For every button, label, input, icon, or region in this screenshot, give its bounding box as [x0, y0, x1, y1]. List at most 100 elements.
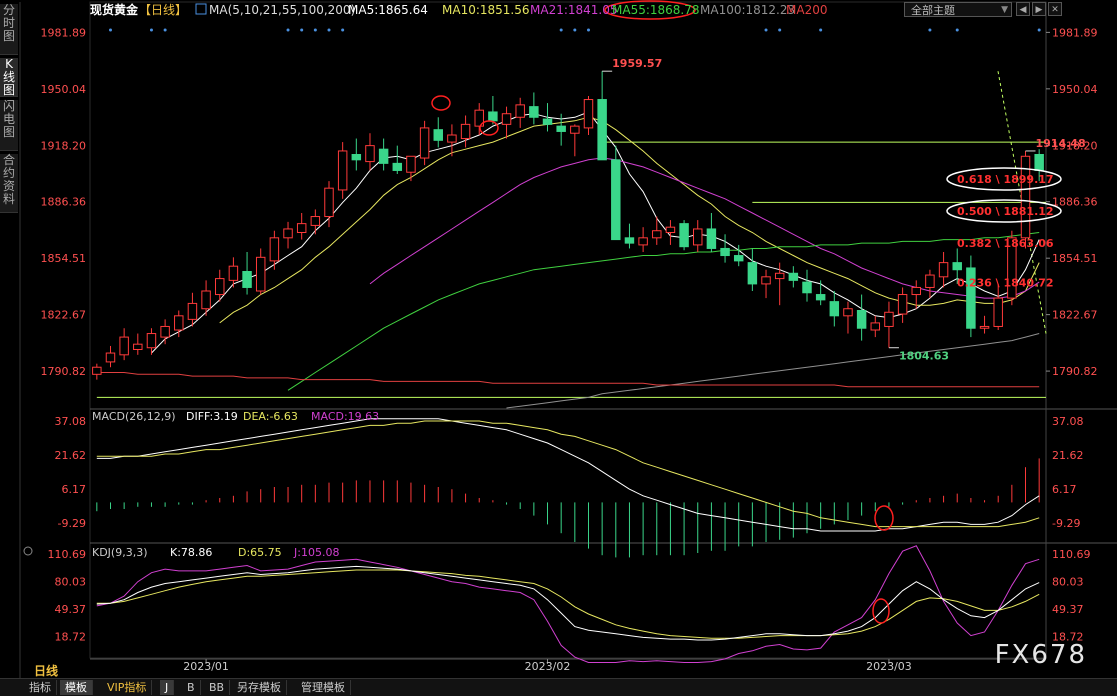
candle-body — [133, 343, 143, 351]
y-tick-label-right: 1981.89 — [1052, 26, 1098, 39]
candle-body — [733, 255, 744, 262]
candle-body — [624, 237, 635, 244]
candle-body — [283, 228, 293, 239]
candle-body — [92, 366, 102, 375]
ma-legend-item: MA10:1851.56 — [442, 3, 530, 17]
close-button[interactable]: ✕ — [1048, 2, 1062, 16]
signal-dot — [149, 28, 153, 32]
candle-body — [993, 297, 1003, 327]
scroll-left-button[interactable]: ◀ — [1016, 2, 1030, 16]
signal-dot — [1037, 28, 1041, 32]
chart-canvas: 1981.89 1981.891950.04 1950.041918.20 1918.… — [19, 0, 1117, 678]
ma-line-ma21 — [369, 157, 1040, 299]
kdj-highlight-circle — [872, 598, 890, 624]
candle-body — [720, 247, 730, 257]
candle-body — [255, 256, 266, 292]
theme-select-label: 全部主题 — [911, 4, 955, 17]
theme-select[interactable]: 全部主题 ▼ — [904, 2, 1012, 17]
y-tick-label-right: 1790.82 — [1052, 365, 1098, 378]
tab-j[interactable]: J — [160, 680, 175, 695]
kdj-j-line — [96, 545, 1040, 663]
sidebar-tab-timeshare[interactable]: 分时图 — [0, 4, 18, 55]
macd-y-tick-right: 6.17 — [1052, 483, 1077, 496]
signal-dot — [108, 28, 112, 32]
kdj-d-line — [96, 569, 1040, 639]
candle-body — [870, 322, 881, 331]
highlight-circle — [479, 120, 499, 136]
y-tick-label-right: 1950.04 — [1052, 83, 1098, 96]
kdj-legend-item: K:78.86 — [170, 546, 212, 559]
candle-body — [146, 333, 157, 349]
candle-body — [897, 294, 908, 315]
chart-icon — [195, 3, 207, 15]
sidebar-tab-kline[interactable]: K线图 — [0, 58, 18, 97]
tab-manage-template[interactable]: 管理模板 — [296, 680, 351, 695]
candle-body — [529, 106, 539, 118]
candle-body — [215, 278, 225, 296]
kdj-y-tick-left: 18.72 — [55, 631, 87, 644]
kdj-y-tick-left: 110.69 — [48, 548, 87, 561]
ma-line-ma200 — [96, 372, 1040, 388]
y-tick-label-left: 1950.04 — [41, 83, 87, 96]
candle-body — [324, 187, 334, 218]
macd-y-tick-right: 21.62 — [1052, 449, 1084, 462]
tab-b[interactable]: B — [182, 680, 201, 695]
ma-line-ma100 — [506, 333, 1040, 409]
kdj-y-tick-left: 80.03 — [55, 576, 87, 589]
kdj-y-tick-right: 49.37 — [1052, 603, 1084, 616]
candle-body — [665, 226, 676, 234]
macd-legend-item: MACD(26,12,9) — [92, 410, 176, 423]
signal-dot — [286, 28, 290, 32]
fib-level-label: 0.382 \ 1863.06 — [957, 237, 1054, 250]
tab-vip-indicators[interactable]: VIP指标 — [102, 680, 153, 695]
candle-body — [788, 272, 799, 281]
tab-bb[interactable]: BB — [204, 680, 231, 695]
price-annotation: 1914.48 — [1036, 137, 1086, 150]
sidebar-tab-contract[interactable]: 合约资料 — [0, 154, 18, 213]
candle-body — [501, 113, 512, 125]
signal-dot — [764, 28, 768, 32]
candle-body — [979, 325, 990, 329]
kdj-legend-item: KDJ(9,3,3) — [92, 546, 148, 559]
macd-y-tick-left: 37.08 — [55, 415, 87, 428]
signal-dot — [300, 28, 304, 32]
candle-body — [406, 155, 416, 173]
instrument-name: 现货黄金 — [90, 2, 139, 17]
macd-y-tick-left: 6.17 — [62, 483, 87, 496]
candle-body — [337, 150, 348, 191]
tab-templates[interactable]: 模板 — [60, 680, 93, 695]
period-tag: 【日线】 — [139, 3, 187, 17]
kdj-legend-item: J:105.08 — [293, 546, 339, 559]
candle-body — [269, 237, 280, 262]
candle-body — [296, 223, 307, 234]
y-tick-label-left: 1918.20 — [41, 139, 87, 152]
scroll-right-button[interactable]: ▶ — [1032, 2, 1046, 16]
y-tick-label-left: 1854.51 — [41, 252, 87, 265]
candle-body — [488, 111, 498, 122]
ma-legend-item: MA55:1868.78 — [612, 3, 700, 17]
x-tick-label: 2023/02 — [525, 660, 571, 673]
candle-body — [911, 286, 921, 296]
ma-legend-item: MA200 — [786, 3, 827, 17]
settings-icon — [23, 546, 33, 556]
macd-y-tick-left: 21.62 — [55, 449, 87, 462]
candle-body — [938, 262, 949, 278]
candle-body — [856, 310, 867, 329]
tab-save-template[interactable]: 另存模板 — [232, 680, 287, 695]
tab-indicators[interactable]: 指标 — [24, 680, 57, 695]
candle-body — [583, 99, 594, 129]
candle-body — [706, 228, 717, 249]
kdj-y-tick-right: 110.69 — [1052, 548, 1091, 561]
ma-params: MA(5,10,21,55,100,200) — [209, 3, 355, 17]
candle-body — [925, 274, 935, 288]
candle-body — [652, 230, 662, 239]
candle-body — [419, 127, 430, 159]
y-tick-label-left: 1886.36 — [41, 196, 87, 209]
candle-body — [679, 223, 689, 248]
sidebar-tab-tick[interactable]: 闪电图 — [0, 100, 18, 151]
y-tick-label-left: 1790.82 — [41, 365, 87, 378]
candle-body — [611, 159, 621, 241]
x-tick-label: 2023/01 — [183, 660, 229, 673]
watermark-logo: FX678 — [994, 640, 1087, 670]
fib-level-label: 0.500 \ 1881.12 — [957, 205, 1054, 218]
